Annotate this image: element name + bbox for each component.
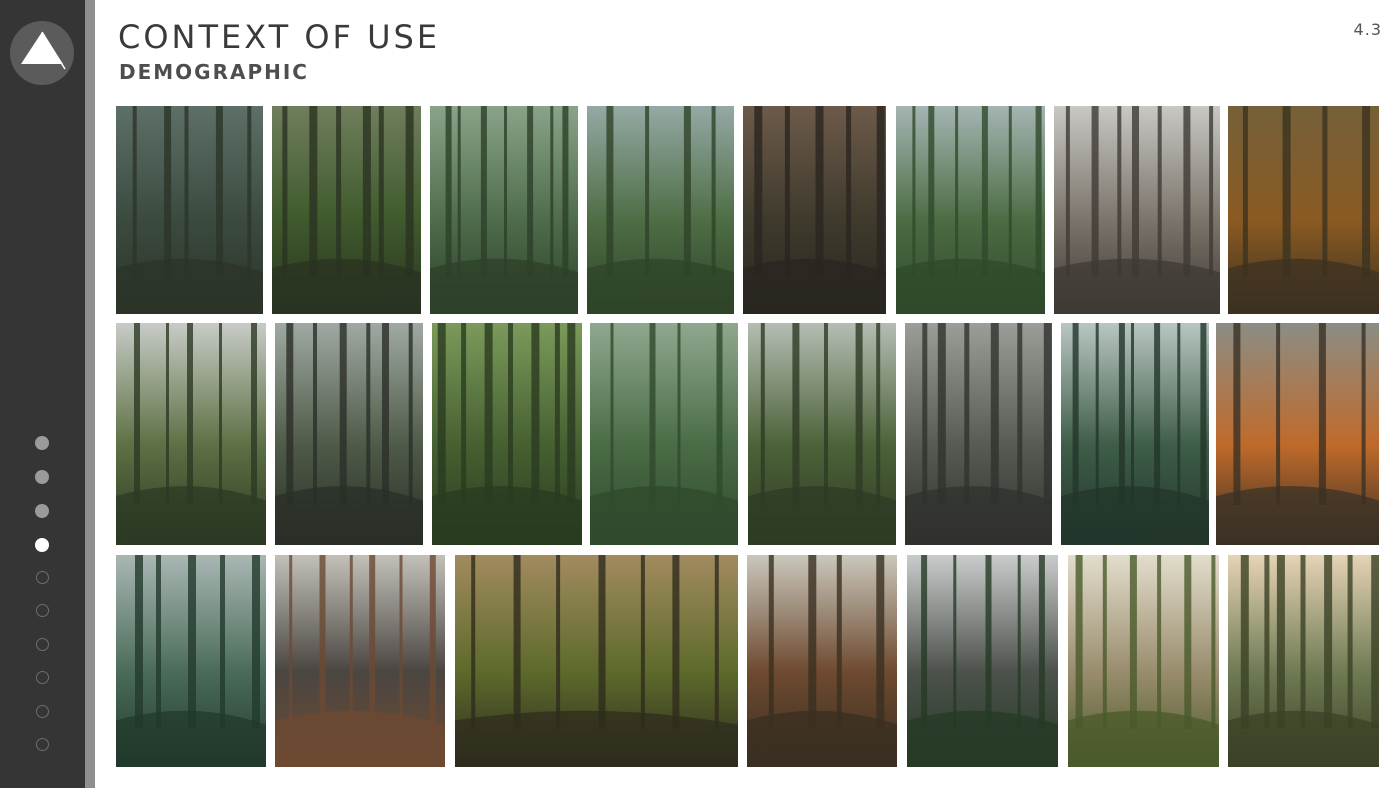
- mountain-triangle-icon: [21, 31, 66, 70]
- progress-dot-8[interactable]: [36, 671, 49, 684]
- photo-misty-forest-path[interactable]: [116, 106, 263, 314]
- progress-dot-7[interactable]: [36, 638, 49, 651]
- photo-dense-green-woods[interactable]: [432, 323, 582, 545]
- photo-green-forest-path[interactable]: [430, 106, 578, 314]
- sidebar-edge: [85, 0, 95, 788]
- sidebar: [0, 0, 85, 788]
- photo-dark-pine-forest[interactable]: [743, 106, 886, 314]
- photo-bare-trunk-forest[interactable]: [275, 555, 445, 767]
- progress-dot-2[interactable]: [35, 470, 49, 484]
- progress-dot-6[interactable]: [36, 604, 49, 617]
- photo-mossy-trail[interactable]: [272, 106, 421, 314]
- page-number: 4.3: [1353, 20, 1382, 39]
- photo-sunlit-forest-path[interactable]: [455, 555, 738, 767]
- photo-waterfall-pines[interactable]: [1061, 323, 1209, 545]
- progress-dot-4[interactable]: [35, 538, 49, 552]
- page-subtitle: DEMOGRAPHIC: [119, 60, 309, 84]
- progress-dot-5[interactable]: [36, 571, 49, 584]
- photo-foggy-forest-walker[interactable]: [1054, 106, 1220, 314]
- photo-redwood-road[interactable]: [747, 555, 897, 767]
- photo-alpine-stream[interactable]: [896, 106, 1045, 314]
- photo-autumn-forest[interactable]: [1228, 106, 1379, 314]
- logo[interactable]: [10, 21, 74, 85]
- photo-cloudy-mountain[interactable]: [907, 555, 1058, 767]
- progress-dot-10[interactable]: [36, 738, 49, 751]
- photo-mountain-trail-sunset[interactable]: [1228, 555, 1379, 767]
- photo-misty-hiker-trees[interactable]: [905, 323, 1052, 545]
- progress-dot-3[interactable]: [35, 504, 49, 518]
- progress-dot-9[interactable]: [36, 705, 49, 718]
- photo-fog-over-pines[interactable]: [116, 555, 266, 767]
- photo-orange-ferns-forest[interactable]: [1216, 323, 1379, 545]
- progress-dot-1[interactable]: [35, 436, 49, 450]
- photo-hiker-fog-ridge[interactable]: [116, 323, 266, 545]
- photo-foggy-green-hiker[interactable]: [590, 323, 738, 545]
- photo-hikers-mountain-lake[interactable]: [587, 106, 734, 314]
- photo-valley-sunrise[interactable]: [1068, 555, 1219, 767]
- photo-forest-creek-rocks[interactable]: [748, 323, 896, 545]
- page-title: CONTEXT OF USE: [118, 18, 441, 56]
- photo-lake-trail[interactable]: [275, 323, 423, 545]
